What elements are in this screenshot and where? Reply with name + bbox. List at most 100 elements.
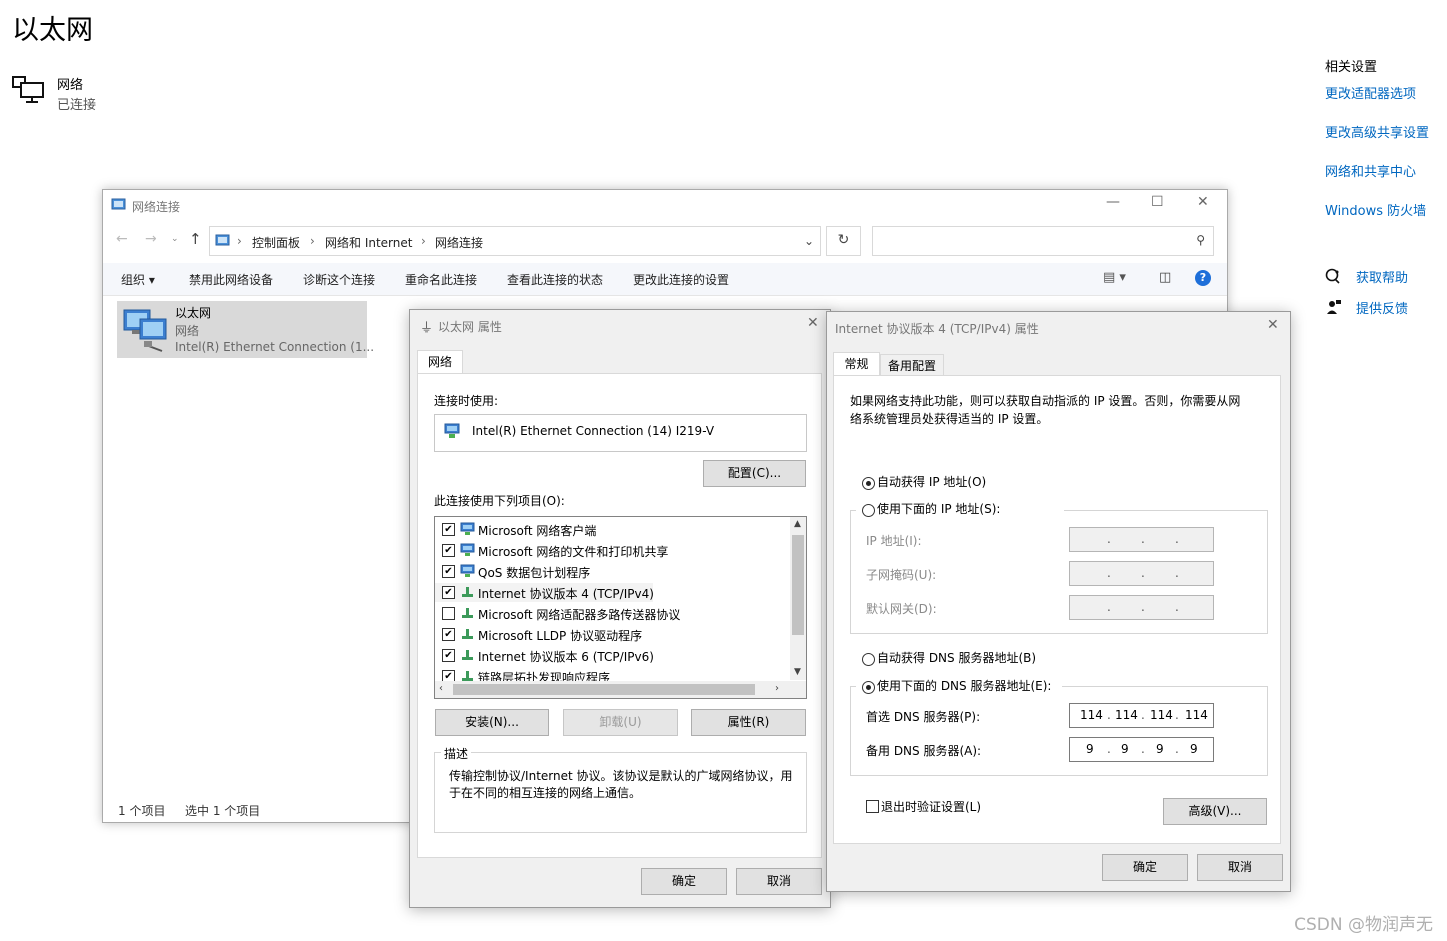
cancel-button[interactable]: 取消 <box>1197 854 1283 881</box>
cancel-button[interactable]: 取消 <box>736 868 822 895</box>
item-checkbox[interactable]: ✔ <box>442 565 455 578</box>
ok-button[interactable]: 确定 <box>641 868 727 895</box>
back-arrow-icon[interactable]: ← <box>116 231 128 247</box>
list-item[interactable]: Microsoft 网络适配器多路传送器协议 <box>435 604 785 623</box>
advanced-button[interactable]: 高级(V)... <box>1163 798 1267 825</box>
view-options-icon[interactable]: ▤ ▾ <box>1103 270 1126 285</box>
tab-general[interactable]: 常规 <box>833 352 880 375</box>
radio-auto-ip[interactable] <box>862 477 875 490</box>
connect-using-label: 连接时使用: <box>434 394 499 408</box>
tab-alternate[interactable]: 备用配置 <box>880 354 944 377</box>
network-name[interactable]: 网络 <box>57 74 83 93</box>
connection-item-ethernet[interactable]: 以太网 网络 Intel(R) Ethernet Connection (1..… <box>117 301 374 358</box>
list-item[interactable]: ✔ Microsoft 网络客户端 <box>435 520 785 539</box>
item-checkbox[interactable]: ✔ <box>442 586 455 599</box>
properties-button[interactable]: 属性(R) <box>691 709 806 736</box>
chevron-down-icon[interactable]: ⌄ <box>804 234 814 248</box>
address-bar[interactable]: › 控制面板 › 网络和 Internet › 网络连接 ⌄ <box>209 226 821 256</box>
subnet-mask-field[interactable]: ... <box>1069 561 1214 586</box>
recent-dropdown-icon[interactable]: ⌄ <box>171 234 179 244</box>
link-advanced-sharing[interactable]: 更改高级共享设置 <box>1325 122 1429 141</box>
cmd-organize[interactable]: 组织 ▾ <box>121 271 155 288</box>
install-button[interactable]: 安装(N)... <box>435 709 549 736</box>
breadcrumb-control-panel[interactable]: 控制面板 <box>252 234 300 251</box>
items-label: 此连接使用下列项目(O): <box>434 494 565 508</box>
control-panel-icon <box>111 198 126 210</box>
maximize-button[interactable]: ☐ <box>1151 194 1164 210</box>
link-get-help[interactable]: 获取帮助 <box>1356 267 1408 286</box>
uninstall-button[interactable]: 卸载(U) <box>563 709 678 736</box>
validate-label[interactable]: 退出时验证设置(L) <box>881 798 981 815</box>
octet-4: 9 <box>1190 742 1198 756</box>
list-item[interactable]: ✔ Microsoft 网络的文件和打印机共享 <box>435 541 785 560</box>
cmd-rename[interactable]: 重命名此连接 <box>405 271 477 288</box>
item-checkbox[interactable]: ✔ <box>442 649 455 662</box>
alternate-dns-field[interactable]: 9 . 9 . 9 . 9 <box>1069 737 1214 762</box>
item-checkbox[interactable]: ✔ <box>442 523 455 536</box>
octet-3: 114 <box>1150 708 1173 722</box>
cmd-view-status[interactable]: 查看此连接的状态 <box>507 271 603 288</box>
cmd-disable-device[interactable]: 禁用此网络设备 <box>189 271 273 288</box>
radio-manual-dns[interactable] <box>862 681 875 694</box>
configure-button[interactable]: 配置(C)... <box>703 460 806 487</box>
list-item[interactable]: ✔ Internet 协议版本 4 (TCP/IPv4) <box>435 583 654 602</box>
minimize-button[interactable]: — <box>1106 194 1120 210</box>
auto-ip-label[interactable]: 自动获得 IP 地址(O) <box>877 473 986 490</box>
link-network-sharing-center[interactable]: 网络和共享中心 <box>1325 161 1416 180</box>
list-item-label: Microsoft 网络客户端 <box>478 524 597 538</box>
list-item-label: QoS 数据包计划程序 <box>478 566 591 580</box>
preferred-dns-field[interactable]: 114 . 114 . 114 . 114 <box>1069 703 1214 728</box>
tab-network[interactable]: 网络 <box>417 350 463 373</box>
items-list[interactable]: ✔ Microsoft 网络客户端 ✔ Microsoft 网络的文件和打印机共享 ✔ Q… <box>434 516 807 699</box>
link-feedback[interactable]: 提供反馈 <box>1356 298 1408 317</box>
scroll-left-icon[interactable]: ‹ <box>439 683 443 694</box>
breadcrumb-network-internet[interactable]: 网络和 Internet <box>325 234 412 251</box>
help-icon[interactable]: ? <box>1195 270 1211 286</box>
ok-button[interactable]: 确定 <box>1102 854 1188 881</box>
scroll-right-icon[interactable]: › <box>775 683 779 694</box>
up-arrow-icon[interactable]: ↑ <box>189 230 202 248</box>
protocol-icon <box>460 585 475 598</box>
horizontal-scrollbar[interactable]: ‹ › <box>435 681 806 698</box>
close-button[interactable]: ✕ <box>1197 194 1209 210</box>
list-item[interactable]: ✔ Internet 协议版本 6 (TCP/IPv6) <box>435 646 785 665</box>
connection-adapter: Intel(R) Ethernet Connection (1... <box>175 340 375 354</box>
list-item-label: Internet 协议版本 6 (TCP/IPv6) <box>478 650 654 664</box>
manual-dns-group <box>850 686 1268 776</box>
close-button[interactable]: ✕ <box>807 315 819 331</box>
octet-3: 9 <box>1156 742 1164 756</box>
auto-dns-label[interactable]: 自动获得 DNS 服务器地址(B) <box>877 649 1036 666</box>
vertical-scrollbar[interactable]: ▲ ▼ <box>790 517 806 680</box>
preferred-dns-label: 首选 DNS 服务器(P): <box>866 710 981 724</box>
breadcrumb-network-connections[interactable]: 网络连接 <box>435 234 483 251</box>
scroll-thumb[interactable] <box>792 535 804 635</box>
link-change-adapter-options[interactable]: 更改适配器选项 <box>1325 83 1416 102</box>
item-checkbox[interactable] <box>442 607 455 620</box>
gateway-label: 默认网关(D): <box>866 602 937 616</box>
list-item[interactable]: ✔ Microsoft LLDP 协议驱动程序 <box>435 625 785 644</box>
forward-arrow-icon[interactable]: → <box>145 231 157 247</box>
validate-checkbox[interactable] <box>866 800 879 813</box>
cmd-change-settings[interactable]: 更改此连接的设置 <box>633 271 729 288</box>
ethernet-adapter-icon <box>123 309 167 352</box>
scroll-down-icon[interactable]: ▼ <box>794 667 801 677</box>
radio-manual-ip[interactable] <box>862 504 875 517</box>
manual-dns-label[interactable]: 使用下面的 DNS 服务器地址(E): <box>877 677 1051 694</box>
ip-address-field[interactable]: ... <box>1069 527 1214 552</box>
hscroll-thumb[interactable] <box>453 684 755 695</box>
chevron-right-icon: › <box>237 234 242 248</box>
search-input[interactable]: ⚲ <box>872 226 1214 256</box>
list-item[interactable]: ✔ QoS 数据包计划程序 <box>435 562 785 581</box>
radio-auto-dns[interactable] <box>862 653 875 666</box>
preview-pane-icon[interactable]: ◫ <box>1159 270 1171 285</box>
scroll-up-icon[interactable]: ▲ <box>794 519 801 529</box>
protocol-icon <box>460 648 475 661</box>
cmd-diagnose[interactable]: 诊断这个连接 <box>303 271 375 288</box>
item-checkbox[interactable]: ✔ <box>442 628 455 641</box>
close-button[interactable]: ✕ <box>1267 317 1279 333</box>
refresh-icon[interactable]: ↻ <box>826 226 861 256</box>
item-checkbox[interactable]: ✔ <box>442 544 455 557</box>
link-windows-firewall[interactable]: Windows 防火墙 <box>1325 200 1426 219</box>
gateway-field[interactable]: ... <box>1069 595 1214 620</box>
manual-ip-label[interactable]: 使用下面的 IP 地址(S): <box>877 500 1000 517</box>
